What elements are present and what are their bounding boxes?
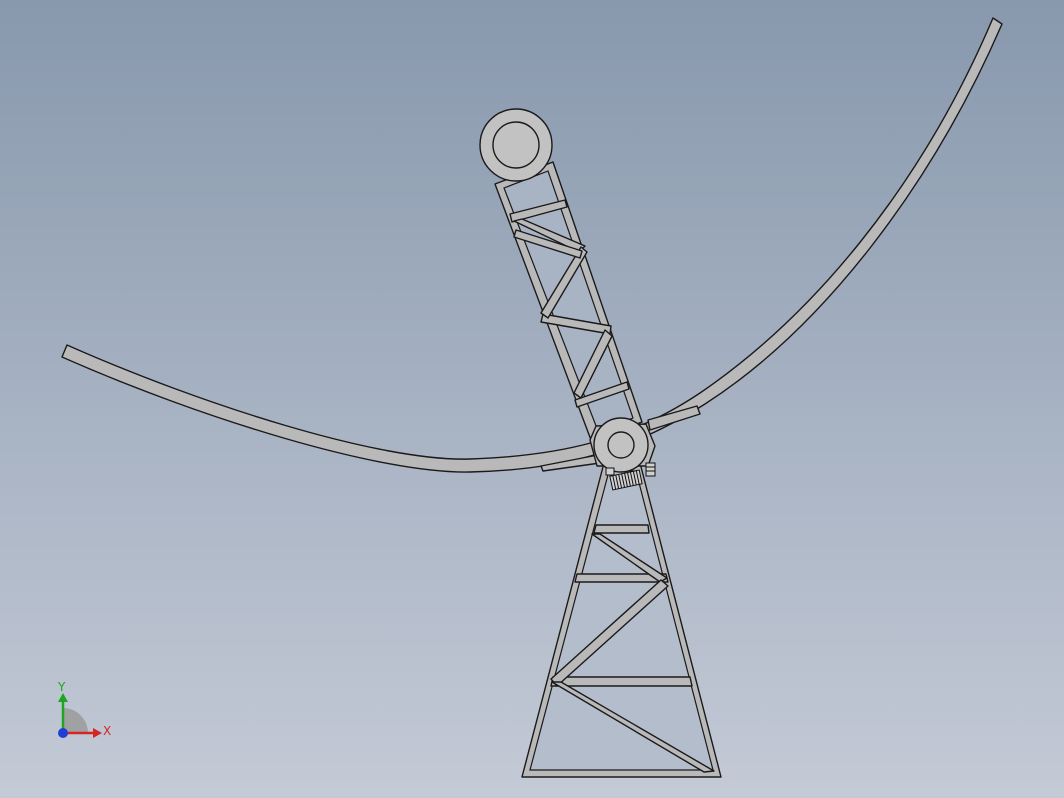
triad-quadrant	[63, 708, 88, 733]
x-axis-label: X	[103, 724, 111, 738]
upper-arm	[494, 161, 643, 441]
base-crossbar-1	[593, 524, 650, 534]
pivot-hub-inner	[607, 431, 635, 459]
base-tower	[521, 462, 722, 778]
top-pulley	[479, 108, 553, 182]
pivot-hub	[589, 417, 656, 473]
top-pulley-inner	[492, 121, 540, 169]
x-axis-arrowhead	[93, 728, 102, 738]
coordinate-triad: X Y	[57, 680, 111, 738]
y-axis-arrowhead	[58, 693, 68, 702]
y-axis-label: Y	[57, 680, 66, 694]
base-crossbar-3	[550, 676, 693, 687]
cad-viewport[interactable]: X Y	[0, 0, 1064, 798]
z-axis-dot	[58, 728, 68, 738]
